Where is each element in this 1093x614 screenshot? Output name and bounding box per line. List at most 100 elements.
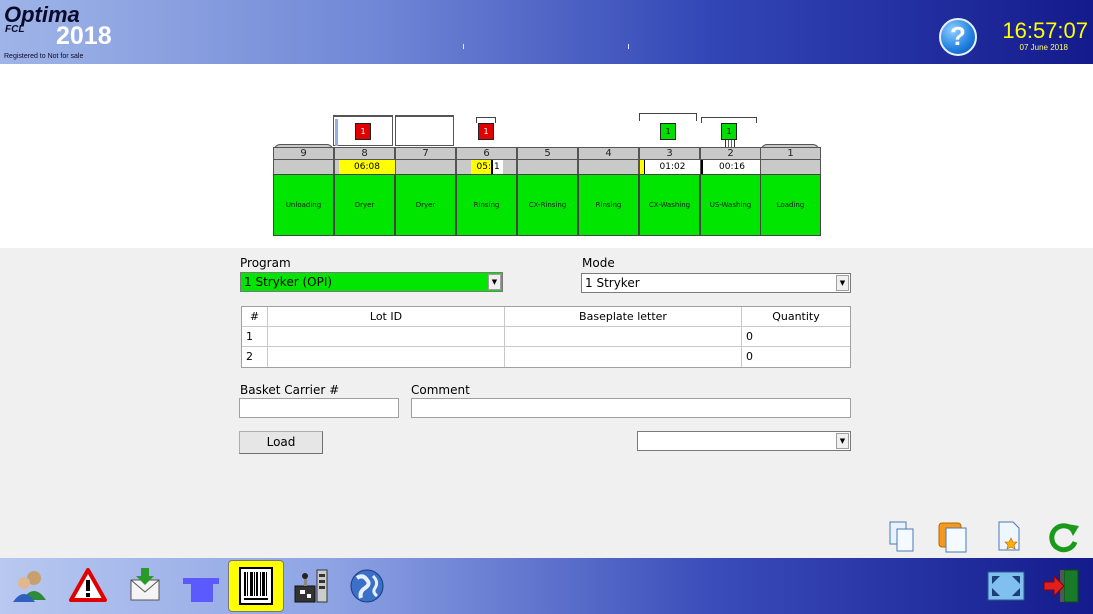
dryer-tank-7 — [395, 115, 454, 146]
brand-year: 2018 — [56, 22, 112, 50]
quantity-cell[interactable]: 0 — [742, 327, 850, 347]
duplicate-icon[interactable] — [937, 520, 967, 554]
globe-icon[interactable] — [347, 566, 387, 606]
station-timer-row — [395, 160, 456, 174]
station-timer-row: 05: 1 — [456, 160, 517, 174]
station-timer-suffix: 1 — [493, 160, 503, 174]
station-number: 7 — [395, 147, 456, 160]
station-timer-row — [517, 160, 578, 174]
hanger — [639, 113, 697, 121]
station-6[interactable]: 6 05: 1 Rinsing — [456, 145, 517, 236]
station-number: 2 — [700, 147, 761, 160]
basket-carrier-input[interactable] — [239, 398, 399, 418]
station-number: 1 — [760, 147, 821, 160]
station-8[interactable]: 8 06:08 Dryer — [334, 145, 397, 236]
fit-screen-icon[interactable] — [986, 566, 1026, 606]
station-number: 4 — [578, 147, 639, 160]
station-process: Rinsing — [456, 174, 517, 236]
station-number: 8 — [334, 147, 395, 160]
copy-icon[interactable] — [888, 520, 918, 554]
header-tick — [463, 44, 464, 49]
basket: 1 — [355, 123, 371, 140]
bottom-toolbar — [0, 558, 1093, 614]
station-process: Dryer — [395, 174, 456, 236]
title-bar: Optima FCL 2018 Registered to Not for sa… — [0, 0, 1093, 64]
chevron-down-icon[interactable]: ▼ — [836, 275, 849, 291]
mode-value: 1 Stryker — [585, 276, 640, 290]
station-timer-row: 00:16 — [700, 160, 761, 174]
dryer-side — [335, 119, 338, 146]
brand-sub: FCL — [5, 24, 25, 35]
flag-icon[interactable] — [180, 566, 220, 606]
station-7[interactable]: 7 Dryer — [395, 145, 456, 236]
basket: 1 — [721, 123, 737, 140]
table-row-num: 2 — [242, 347, 268, 367]
mode-label: Mode — [582, 256, 615, 270]
station-number: 9 — [273, 147, 334, 160]
basket: 1 — [660, 123, 676, 140]
station-timer: 00:16 — [701, 160, 761, 174]
station-timer-row: 06:08 — [334, 160, 397, 174]
station-timer: 06:08 — [339, 160, 397, 174]
station-timer-row — [273, 160, 334, 174]
comment-label: Comment — [411, 383, 470, 397]
station-process: CX-Rinsing — [517, 174, 578, 236]
plant-diagram: 1 1 1 1 9 Unloading 8 06:08 Dryer 7 Drye… — [0, 64, 1093, 248]
station-process: CX-Washing — [639, 174, 700, 236]
mode-select[interactable]: 1 Stryker ▼ — [581, 273, 851, 293]
lot-id-cell[interactable] — [268, 347, 505, 367]
station-timer: 01:02 — [644, 160, 700, 174]
program-label: Program — [240, 256, 291, 270]
station-number: 5 — [517, 147, 578, 160]
refresh-icon[interactable] — [1047, 520, 1079, 554]
extra-select[interactable]: ▼ — [637, 431, 851, 451]
baseplate-cell[interactable] — [505, 347, 742, 367]
station-process: Unloading — [273, 174, 334, 236]
help-icon[interactable]: ? — [939, 18, 977, 56]
table-row-num: 1 — [242, 327, 268, 347]
column-header-quantity: Quantity — [742, 307, 850, 327]
alarm-warning-icon[interactable] — [68, 566, 108, 606]
chevron-down-icon[interactable]: ▼ — [488, 274, 501, 290]
comment-input[interactable] — [411, 398, 851, 418]
station-4[interactable]: 4 Rinsing — [578, 145, 639, 236]
baseplate-cell[interactable] — [505, 327, 742, 347]
station-1[interactable]: 1 Loading — [760, 145, 821, 236]
control-panel-icon[interactable] — [292, 566, 332, 606]
station-number: 3 — [639, 147, 700, 160]
lot-table: # Lot ID Baseplate letter Quantity 1 0 2… — [241, 306, 851, 368]
barcode-icon[interactable] — [228, 560, 284, 612]
station-timer-row — [760, 160, 821, 174]
registration-note: Registered to Not for sale — [4, 53, 84, 60]
basket-carrier-label: Basket Carrier # — [240, 383, 340, 397]
exit-door-icon[interactable] — [1042, 566, 1082, 606]
program-value: 1 Stryker (OPI) — [244, 275, 333, 289]
quantity-cell[interactable]: 0 — [742, 347, 850, 367]
header-tick — [628, 44, 629, 49]
station-process: Rinsing — [578, 174, 639, 236]
station-number: 6 — [456, 147, 517, 160]
station-process: Dryer — [334, 174, 395, 236]
station-timer-row: 01:02 — [639, 160, 700, 174]
lot-id-cell[interactable] — [268, 327, 505, 347]
station-timer-row — [578, 160, 639, 174]
station-process: Loading — [760, 174, 821, 236]
basket: 1 — [478, 123, 494, 140]
program-select[interactable]: 1 Stryker (OPI) ▼ — [240, 272, 503, 292]
column-header-lot-id: Lot ID — [268, 307, 505, 327]
operator-icon[interactable] — [10, 566, 50, 606]
station-5[interactable]: 5 CX-Rinsing — [517, 145, 578, 236]
station-2[interactable]: 2 00:16 US-Washing — [700, 145, 761, 236]
station-3[interactable]: 3 01:02 CX-Washing — [639, 145, 700, 236]
station-9[interactable]: 9 Unloading — [273, 145, 334, 236]
column-header-num: # — [242, 307, 268, 327]
inbox-download-icon[interactable] — [125, 566, 165, 606]
clock-time: 16:57:07 — [1002, 18, 1088, 43]
clock-date: 07 June 2018 — [1019, 43, 1069, 52]
load-button[interactable]: Load — [239, 431, 323, 454]
station-process: US-Washing — [700, 174, 761, 236]
chevron-down-icon[interactable]: ▼ — [836, 433, 849, 449]
station-timer: 05: — [471, 160, 493, 174]
new-document-icon[interactable] — [995, 520, 1025, 554]
column-header-baseplate: Baseplate letter — [505, 307, 742, 327]
